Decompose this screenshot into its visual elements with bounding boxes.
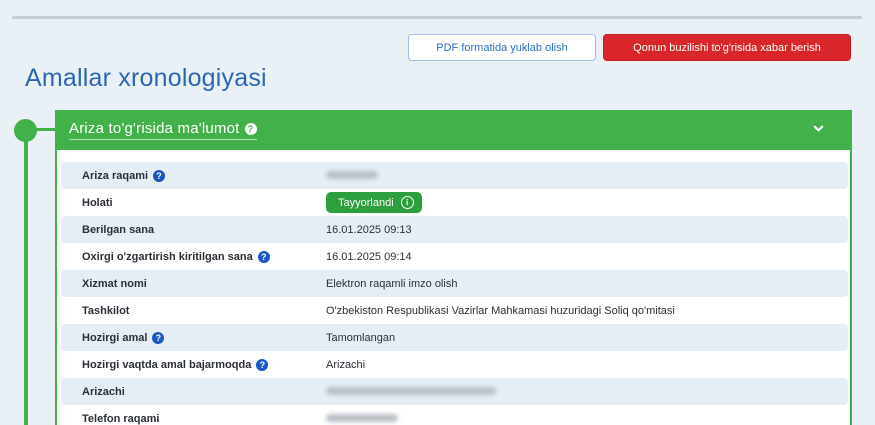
card-header-label: Ariza to'g'risida ma'lumot	[69, 120, 240, 137]
row-label-text: Berilgan sana	[82, 223, 155, 236]
phone-number-value	[326, 413, 398, 425]
table-row: Berilgan sana 16.01.2025 09:13	[61, 216, 848, 243]
submitted-date-value: 16.01.2025 09:13	[326, 223, 412, 236]
row-label: Arizachi	[82, 386, 125, 398]
row-label-text: Arizachi	[82, 385, 125, 398]
table-row: Arizachi	[61, 378, 848, 405]
table-row: Tashkilot O'zbekiston Respublikasi Vazir…	[61, 297, 848, 324]
timeline-line	[24, 128, 28, 425]
status-badge-text: Tayyorlandi	[338, 196, 394, 209]
info-icon[interactable]: i	[400, 196, 414, 209]
table-row: Hozirgi amal ? Tamomlangan	[61, 324, 848, 351]
service-name-value: Elektron raqamli imzo olish	[326, 277, 458, 290]
question-circle-icon[interactable]: ?	[153, 169, 166, 182]
row-label: Telefon raqami	[82, 413, 159, 425]
row-label-text: Telefon raqami	[82, 412, 160, 425]
row-label: Ariza raqami ?	[82, 169, 166, 182]
download-pdf-button[interactable]: PDF formatida yuklab olish	[408, 34, 596, 61]
question-circle-icon[interactable]: ?	[256, 358, 269, 371]
row-label-text: Hozirgi amal	[82, 331, 148, 344]
redacted-value	[326, 170, 378, 179]
question-circle-icon[interactable]: ?	[257, 250, 270, 263]
row-label: Hozirgi vaqtda amal bajarmoqda ?	[82, 358, 269, 371]
organization-value: O'zbekiston Respublikasi Vazirlar Mahkam…	[326, 304, 675, 317]
row-label-text: Hozirgi vaqtda amal bajarmoqda	[82, 358, 252, 371]
last-modified-date-value: 16.01.2025 09:14	[326, 250, 412, 263]
status-badge: Tayyorlandi i	[326, 192, 422, 213]
table-row: Ariza raqami ?	[61, 162, 848, 189]
row-label-text: Ariza raqami	[82, 169, 149, 182]
timeline-dot	[14, 119, 37, 142]
current-action-value: Tamomlangan	[326, 331, 396, 344]
redacted-value	[326, 413, 398, 422]
page-title: Amallar xronologiyasi	[25, 64, 267, 92]
row-label: Holati	[82, 197, 113, 209]
question-circle-icon[interactable]: ?	[152, 331, 165, 344]
info-rows: Ariza raqami ? Holati Tayyorlandi i Beri…	[61, 162, 848, 425]
row-label-text: Tashkilot	[82, 304, 130, 317]
row-label: Tashkilot	[82, 305, 129, 317]
chevron-down-icon[interactable]	[813, 123, 824, 134]
table-row: Telefon raqami	[61, 405, 848, 425]
report-violation-button[interactable]: Qonun buzilishi to'g'risida xabar berish	[603, 34, 851, 61]
table-row: Oxirgi o'zgartirish kiritilgan sana ? 16…	[61, 243, 848, 270]
row-label-text: Oxirgi o'zgartirish kiritilgan sana	[82, 250, 253, 263]
row-label-text: Xizmat nomi	[82, 277, 147, 290]
row-label: Berilgan sana	[82, 224, 154, 236]
table-row: Xizmat nomi Elektron raqamli imzo olish	[61, 270, 848, 297]
application-number-value	[326, 170, 378, 182]
row-label: Xizmat nomi	[82, 278, 147, 290]
table-row: Holati Tayyorlandi i	[61, 189, 848, 216]
top-divider	[12, 16, 862, 19]
table-row: Hozirgi vaqtda amal bajarmoqda ? Arizach…	[61, 351, 848, 378]
applicant-value	[326, 386, 496, 398]
card-header[interactable]: Ariza to'g'risida ma'lumot ?	[57, 110, 850, 150]
row-label: Hozirgi amal ?	[82, 331, 165, 344]
current-performer-value: Arizachi	[326, 358, 366, 371]
redacted-value	[326, 386, 496, 395]
card-header-title: Ariza to'g'risida ma'lumot ?	[69, 120, 257, 140]
application-info-card: Ariza to'g'risida ma'lumot ? Ariza raqam…	[55, 110, 852, 425]
row-label-text: Holati	[82, 196, 113, 209]
question-circle-icon[interactable]: ?	[244, 122, 257, 135]
row-label: Oxirgi o'zgartirish kiritilgan sana ?	[82, 250, 270, 263]
